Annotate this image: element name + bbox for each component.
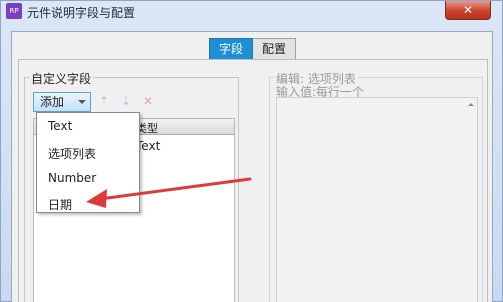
tab-config[interactable]: 配置 (253, 38, 297, 60)
add-field-menu: Text 选项列表 Number 日期 (36, 112, 140, 213)
add-field-button[interactable]: 添加 (33, 92, 91, 112)
arrow-up-icon[interactable]: ⇡ (99, 94, 109, 108)
scroll-up-icon[interactable] (468, 103, 474, 106)
add-button-label: 添加 (40, 95, 65, 109)
window-title: 元件说明字段与配置 (27, 6, 136, 20)
close-button[interactable]: ✕ (445, 1, 491, 20)
chevron-down-icon (78, 100, 86, 104)
option-values-textarea[interactable] (276, 97, 478, 302)
custom-fields-legend: 自定义字段 (29, 70, 94, 87)
edit-options-group: 编辑: 选项列表 输入值:每行一个 (269, 70, 483, 302)
title-bar: RP 元件说明字段与配置 ✕ (1, 1, 503, 23)
tab-strip: 字段 配置 (209, 38, 297, 60)
arrow-down-icon[interactable]: ⇣ (121, 94, 131, 108)
tab-fields[interactable]: 字段 (209, 38, 254, 60)
menu-item-number[interactable]: Number (48, 171, 96, 185)
axure-app-icon: RP (6, 3, 22, 19)
delete-icon[interactable]: ✕ (143, 94, 153, 108)
menu-item-text[interactable]: Text (48, 119, 72, 133)
menu-item-option-list[interactable]: 选项列表 (48, 145, 96, 162)
menu-item-date[interactable]: 日期 (48, 196, 72, 213)
